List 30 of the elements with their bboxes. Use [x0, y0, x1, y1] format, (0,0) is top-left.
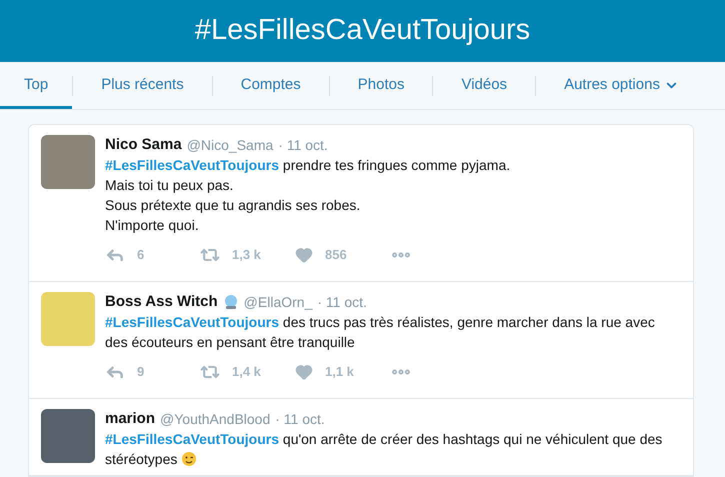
heart-icon[interactable] [295, 246, 313, 264]
retweet-count: 1,4 k [232, 363, 261, 382]
tweet-text: #LesFillesCaVeutToujours prendre tes fringues comme pyjama. Mais toi tu peux pas. Sous prétexte que tu agrandis ses robes. N'importe quoi. [105, 157, 510, 233]
tweet-text: #LesFillesCaVeutToujours des trucs pas très réalistes, genre marcher dans la rue avec des écouteurs en pensant être tranquille [105, 314, 655, 350]
like-count: 1,1 k [325, 363, 354, 382]
author-name[interactable]: marion [105, 409, 156, 429]
page-title: #LesFillesCaVeutToujours [194, 13, 530, 48]
tweet-text: #LesFillesCaVeutToujours qu'on arrête de créer des hashtags qui ne véhiculent que des stéréotypes [105, 431, 662, 467]
author-handle: @Nico_Sama [186, 136, 274, 155]
reply-count: 6 [137, 246, 144, 264]
avatar-placeholder [41, 292, 95, 346]
author-handle: @EllaOrn_ [244, 293, 312, 312]
author-name[interactable]: Boss Ass Witch [105, 292, 218, 312]
tweet-date: · 11 oct. [317, 293, 367, 312]
author-handle: @YouthAndBlood [160, 410, 270, 429]
avatar-placeholder [41, 409, 95, 463]
retweet-count: 1,3 k [232, 246, 261, 264]
avatar-placeholder [41, 135, 95, 189]
tweet-date: · 11 oct. [275, 410, 325, 429]
tweet-date: · 11 oct. [278, 136, 328, 155]
tab[interactable]: Autres options [536, 62, 707, 109]
heart-icon[interactable] [295, 363, 313, 381]
reply-count: 9 [137, 363, 144, 382]
tab[interactable]: Photos [330, 62, 432, 109]
author-name[interactable]: Nico Sama [105, 135, 182, 155]
like-count: 856 [325, 246, 347, 264]
tab[interactable]: Top [0, 62, 72, 109]
tab[interactable]: Plus récents [73, 62, 212, 109]
tab[interactable]: Comptes [212, 62, 329, 109]
tab[interactable]: Vidéos [433, 62, 536, 109]
